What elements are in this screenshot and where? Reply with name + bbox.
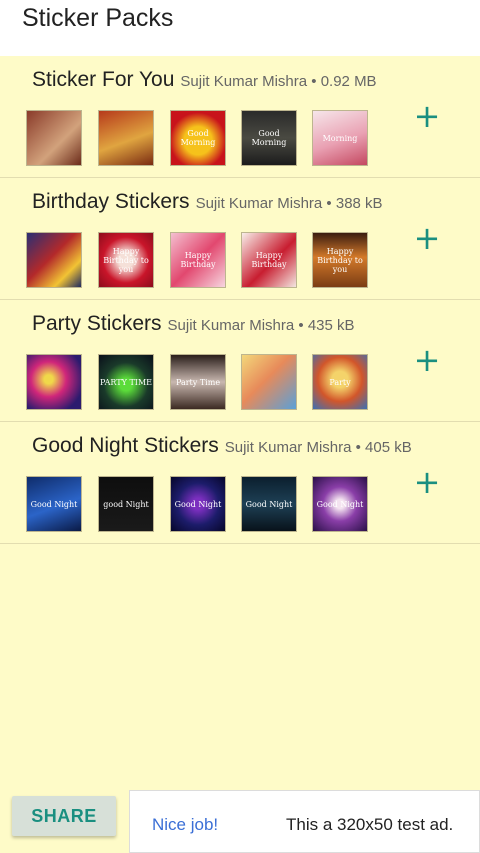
test-ad-banner[interactable]: Nice job! This a 320x50 test ad. [129,790,480,853]
pack-meta: Sujit Kumar Mishra • 435 kB [168,317,355,334]
sticker-thumbnail-text: good Night [103,499,149,509]
pack-meta: Sujit Kumar Mishra • 388 kB [196,195,383,212]
sticker-thumbnail-text: Party [329,377,351,387]
sticker-thumbnail: Happy Birthday to you [98,232,154,288]
sticker-thumbnail: Good Night [170,476,226,532]
meta-separator: • [322,195,336,212]
sticker-thumbnail-text: Morning [322,133,358,143]
sticker-thumbnail-text: Good Night [30,499,78,509]
sticker-thumbnail: Happy Birthday [241,232,297,288]
sticker-thumbnail-text: Happy Birthday to you [317,246,363,274]
sticker-thumbnail [98,110,154,166]
add-to-whatsapp-plus-icon[interactable]: + [412,466,442,498]
add-to-whatsapp-plus-icon[interactable]: + [412,344,442,376]
add-to-whatsapp-plus-icon[interactable]: + [412,100,442,132]
pack-header: Birthday Stickers Sujit Kumar Mishra • 38… [32,190,383,214]
sticker-thumbnail-text: Party Time [175,377,221,387]
pack-size: 435 kB [307,317,355,334]
meta-separator: • [294,317,308,334]
meta-separator: • [307,73,321,90]
sticker-thumbnail: good Night [98,476,154,532]
share-button[interactable]: SHARE [12,796,116,836]
bottom-bar: SHARE Nice job! This a 320x50 test ad. [0,790,480,853]
sticker-thumbnail-text: Good Night [245,499,293,509]
meta-separator: • [351,439,366,456]
sticker-thumbnail: Morning [312,110,368,166]
pack-name: Birthday Stickers [32,190,190,213]
sticker-thumbnail-text: PARTY TIME [100,377,152,387]
sticker-pack-row[interactable]: Good Night Stickers Sujit Kumar Mishra • … [0,422,480,544]
app-bar: Sticker Packs [0,0,480,56]
pack-name: Party Stickers [32,312,162,335]
pack-size: 0.92 MB [320,73,377,90]
sticker-pack-row[interactable]: Party Stickers Sujit Kumar Mishra • 435 k… [0,300,480,422]
sticker-thumbnail: Party Time [170,354,226,410]
sticker-thumbnail-text: Happy Birthday [180,251,216,269]
sticker-thumbnail [26,354,82,410]
sticker-thumbnail-text: Good Night [316,499,364,509]
pack-header: Good Night Stickers Sujit Kumar Mishra • … [32,434,412,458]
sticker-thumbnail: Good Night [241,476,297,532]
pack-author: Sujit Kumar Mishra [167,317,295,334]
pack-size: 388 kB [335,195,383,212]
sticker-thumbnail: Happy Birthday to you [312,232,368,288]
sticker-thumbnail [26,232,82,288]
sticker-thumbnail-text: Happy Birthday [251,251,287,269]
add-to-whatsapp-plus-icon[interactable]: + [412,222,442,254]
pack-author: Sujit Kumar Mishra [195,195,323,212]
sticker-thumbnail-text: Good Morning [180,129,216,147]
sticker-thumbnail: Happy Birthday [170,232,226,288]
ad-text: This a 320x50 test ad. [286,815,454,834]
sticker-pack-row[interactable]: Birthday Stickers Sujit Kumar Mishra • 38… [0,178,480,300]
sticker-pack-row[interactable]: Sticker For You Sujit Kumar Mishra • 0.92… [0,56,480,178]
pack-header: Sticker For You Sujit Kumar Mishra • 0.92… [32,68,377,92]
sticker-thumbnail: Good Morning [170,110,226,166]
pack-header: Party Stickers Sujit Kumar Mishra • 435 k… [32,312,355,336]
ad-prefix: Nice job! [152,815,219,834]
pack-name: Sticker For You [32,68,175,91]
pack-author: Sujit Kumar Mishra [224,439,352,456]
sticker-pack-list: Sticker For You Sujit Kumar Mishra • 0.92… [0,56,480,544]
sticker-thumbnail [26,110,82,166]
sticker-thumbnail: Good Night [312,476,368,532]
sticker-thumbnail: Good Night [26,476,82,532]
sticker-thumbnail: Good Morning [241,110,297,166]
sticker-thumbnail: Party [312,354,368,410]
sticker-thumbnail-text: Happy Birthday to you [103,246,149,274]
pack-meta: Sujit Kumar Mishra • 405 kB [225,439,412,456]
pack-name: Good Night Stickers [32,434,219,457]
sticker-thumbnail [241,354,297,410]
pack-meta: Sujit Kumar Mishra • 0.92 MB [180,73,376,90]
pack-author: Sujit Kumar Mishra [180,73,308,90]
sticker-thumbnail: PARTY TIME [98,354,154,410]
sticker-thumbnail-text: Good Night [174,499,222,509]
page-title: Sticker Packs [22,4,174,32]
pack-size: 405 kB [365,439,412,456]
sticker-thumbnail-text: Good Morning [251,129,287,147]
